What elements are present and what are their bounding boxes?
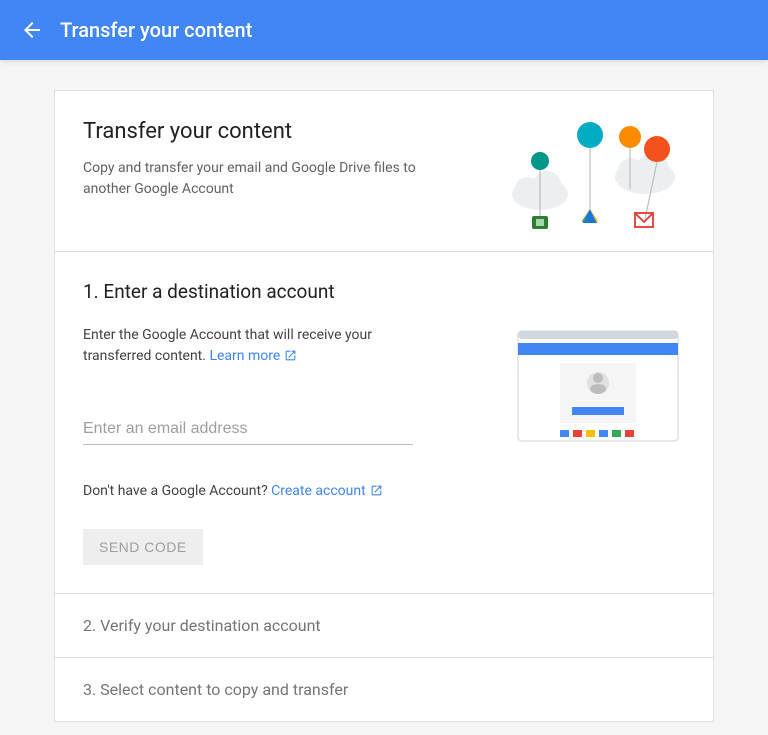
balloons-illustration [505, 119, 685, 229]
arrow-back-icon [20, 18, 44, 42]
step-2-title: 2. Verify your destination account [83, 616, 321, 635]
header-title: Transfer your content [60, 18, 252, 42]
step-1-title: 1. Enter a destination account [83, 280, 685, 303]
main-card: Transfer your content Copy and transfer … [54, 90, 714, 722]
learn-more-label: Learn more [209, 348, 280, 364]
app-header: Transfer your content [0, 0, 768, 60]
step-2-section[interactable]: 2. Verify your destination account [55, 594, 713, 658]
external-link-icon [370, 484, 383, 501]
send-code-button[interactable]: SEND CODE [83, 529, 203, 565]
no-account-label: Don't have a Google Account? [83, 483, 271, 499]
create-account-link[interactable]: Create account [271, 483, 383, 499]
step-1-section: 1. Enter a destination account Enter the… [55, 252, 713, 594]
step-3-section[interactable]: 3. Select content to copy and transfer [55, 658, 713, 721]
step-3-title: 3. Select content to copy and transfer [83, 680, 348, 699]
card-intro-section: Transfer your content Copy and transfer … [55, 91, 713, 252]
account-illustration [510, 325, 685, 455]
back-button[interactable] [12, 10, 52, 50]
learn-more-link[interactable]: Learn more [209, 348, 297, 364]
page-title: Transfer your content [83, 119, 485, 144]
no-account-text: Don't have a Google Account? Create acco… [83, 483, 480, 501]
intro-text-block: Transfer your content Copy and transfer … [83, 119, 505, 229]
create-account-label: Create account [271, 483, 366, 499]
email-input[interactable] [83, 414, 413, 445]
step-1-description: Enter the Google Account that will recei… [83, 325, 403, 369]
page-subtitle: Copy and transfer your email and Google … [83, 158, 423, 200]
external-link-icon [284, 348, 297, 369]
